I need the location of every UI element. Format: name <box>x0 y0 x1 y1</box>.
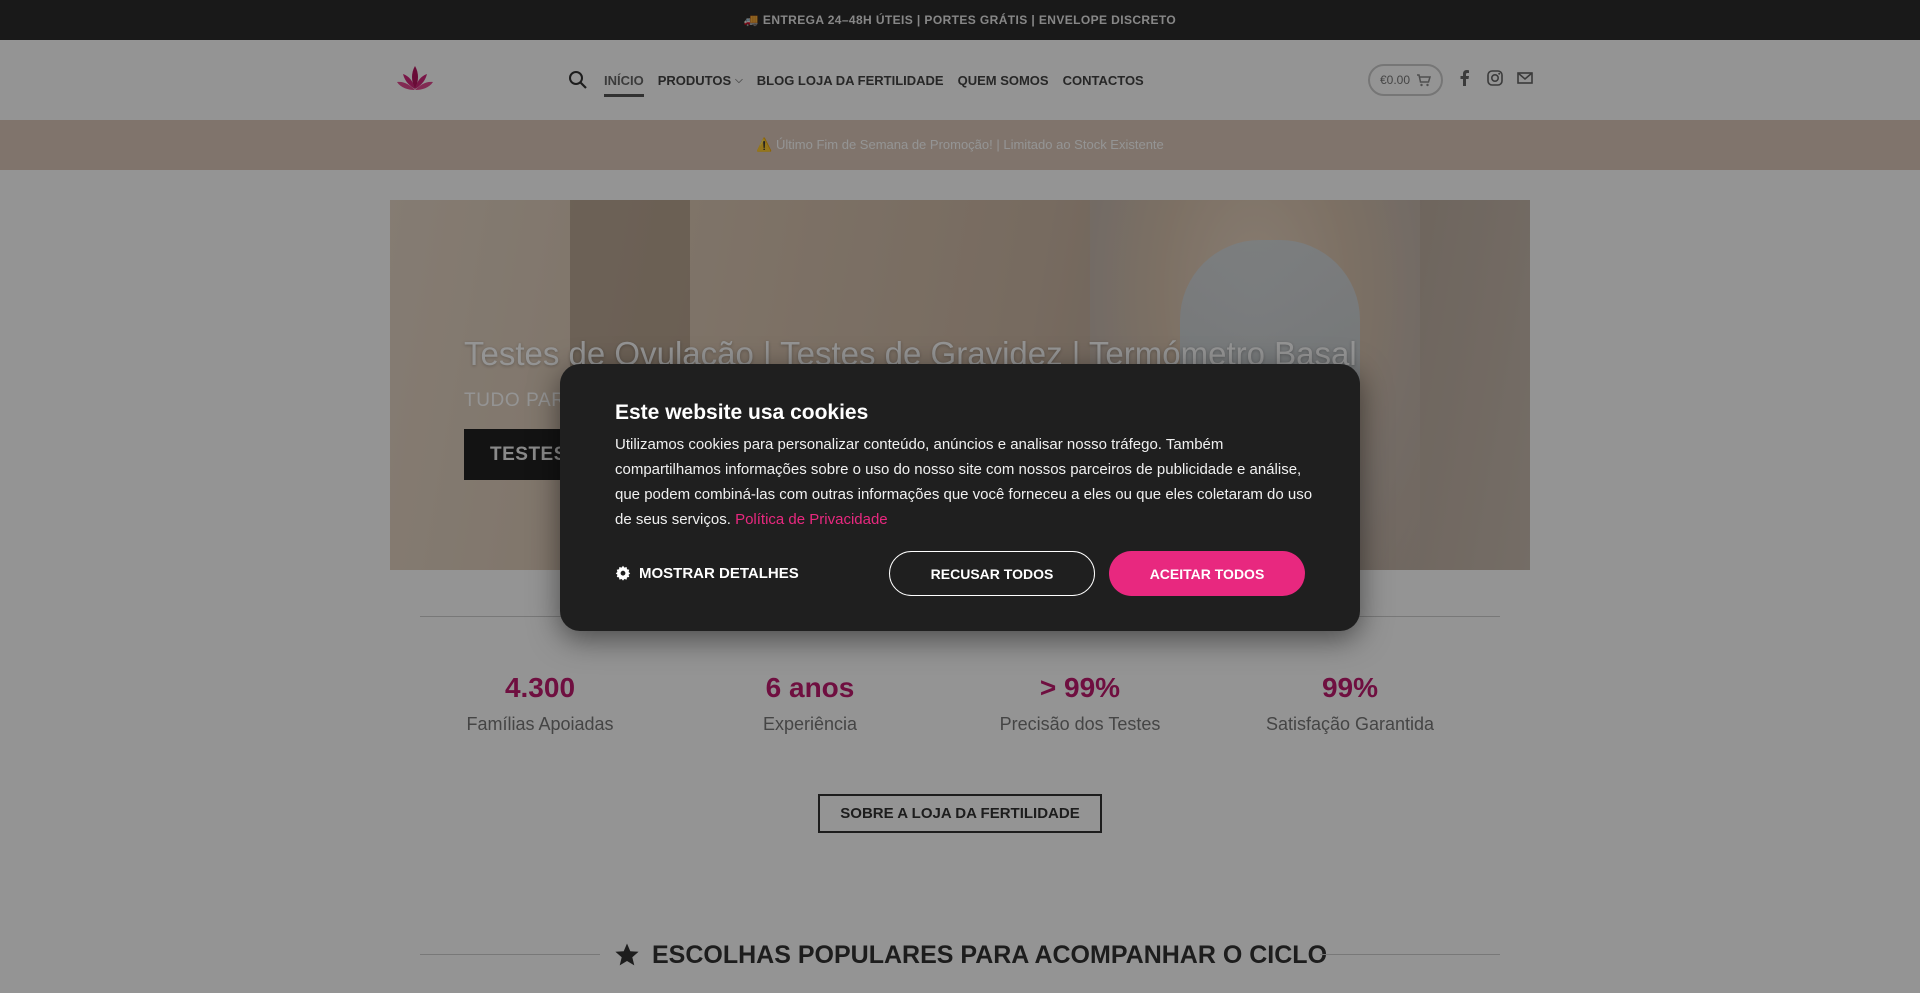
gear-icon <box>615 565 631 581</box>
cookie-description: Utilizamos cookies para personalizar con… <box>615 432 1315 532</box>
accept-all-button[interactable]: ACEITAR TODOS <box>1109 551 1305 596</box>
show-details-label: MOSTRAR DETALHES <box>639 564 799 582</box>
cookie-body-text: Utilizamos cookies para personalizar con… <box>615 436 1313 528</box>
show-details-button[interactable]: MOSTRAR DETALHES <box>615 561 799 585</box>
cookie-title: Este website usa cookies <box>615 401 869 424</box>
privacy-policy-link[interactable]: Política de Privacidade <box>735 511 888 528</box>
cookie-consent-dialog: Este website usa cookies Utilizamos cook… <box>560 364 1360 631</box>
reject-all-button[interactable]: RECUSAR TODOS <box>889 551 1095 596</box>
